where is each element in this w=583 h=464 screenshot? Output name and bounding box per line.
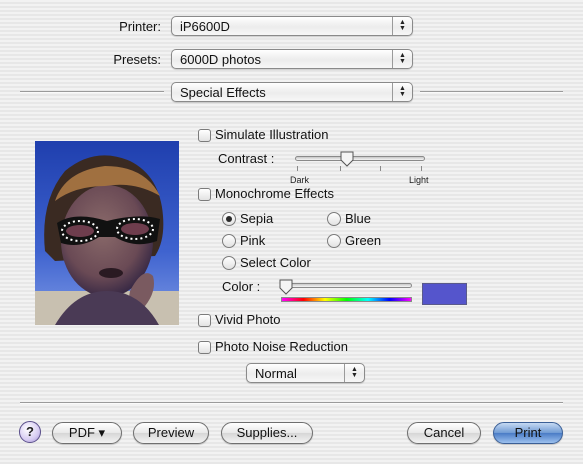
contrast-tick <box>380 166 381 171</box>
printer-popup-value: iP6600D <box>180 19 230 34</box>
contrast-label: Contrast : <box>218 151 275 166</box>
contrast-dark-label: Dark <box>290 175 310 185</box>
presets-popup-value: 6000D photos <box>180 52 261 67</box>
preview-image <box>35 141 179 325</box>
print-button[interactable]: Print <box>493 422 563 444</box>
color-label: Color : <box>222 279 261 294</box>
bottom-separator <box>20 402 563 404</box>
section-popup-value: Special Effects <box>180 85 266 100</box>
photo-noise-reduction-label: Photo Noise Reduction <box>215 339 348 354</box>
printer-popup[interactable]: iP6600D ▲ ▼ <box>171 16 413 36</box>
separator-right <box>420 91 563 93</box>
section-popup[interactable]: Special Effects ▲ ▼ <box>171 82 413 102</box>
pdf-button[interactable]: PDF ▾ <box>52 422 122 444</box>
radio-green-label: Green <box>345 233 382 248</box>
separator-left <box>20 91 164 93</box>
cancel-button[interactable]: Cancel <box>407 422 481 444</box>
contrast-light-label: Light <box>409 175 429 185</box>
radio-select-color-label: Select Color <box>240 255 311 270</box>
monochrome-effects-checkbox[interactable] <box>198 188 211 201</box>
noise-level-value: Normal <box>255 366 297 381</box>
radio-sepia-label: Sepia <box>240 211 274 226</box>
popup-arrows-icon: ▲ ▼ <box>392 50 412 68</box>
radio-select-color[interactable] <box>222 256 236 270</box>
radio-blue-label: Blue <box>345 211 372 226</box>
popup-arrows-icon: ▲ ▼ <box>344 364 364 382</box>
color-swatch[interactable] <box>422 283 467 305</box>
popup-arrows-icon: ▲ ▼ <box>392 83 412 101</box>
supplies-button[interactable]: Supplies... <box>221 422 313 444</box>
vivid-photo-checkbox[interactable] <box>198 314 211 327</box>
radio-blue[interactable] <box>327 212 341 226</box>
radio-pink[interactable] <box>222 234 236 248</box>
monochrome-effects-label: Monochrome Effects <box>215 186 334 201</box>
printer-label: Printer: <box>119 19 161 34</box>
popup-arrows-icon: ▲ ▼ <box>392 17 412 35</box>
noise-level-popup[interactable]: Normal ▲ ▼ <box>246 363 365 383</box>
color-spectrum-bar <box>281 297 412 302</box>
preview-photo-graphic <box>35 141 179 325</box>
simulate-illustration-label: Simulate Illustration <box>215 127 329 142</box>
radio-sepia[interactable] <box>222 212 236 226</box>
contrast-tick <box>297 166 298 171</box>
vivid-photo-label: Vivid Photo <box>215 312 281 327</box>
slider-thumb-icon[interactable] <box>279 279 293 295</box>
photo-noise-reduction-checkbox[interactable] <box>198 341 211 354</box>
slider-thumb-icon[interactable] <box>340 151 354 167</box>
presets-label: Presets: <box>113 52 161 67</box>
help-icon[interactable]: ? <box>19 421 41 443</box>
radio-green[interactable] <box>327 234 341 248</box>
contrast-tick <box>421 166 422 171</box>
preview-button[interactable]: Preview <box>133 422 209 444</box>
radio-pink-label: Pink <box>240 233 266 248</box>
contrast-slider-track[interactable] <box>295 156 425 161</box>
color-slider-track[interactable] <box>281 283 412 288</box>
simulate-illustration-checkbox[interactable] <box>198 129 211 142</box>
presets-popup[interactable]: 6000D photos ▲ ▼ <box>171 49 413 69</box>
